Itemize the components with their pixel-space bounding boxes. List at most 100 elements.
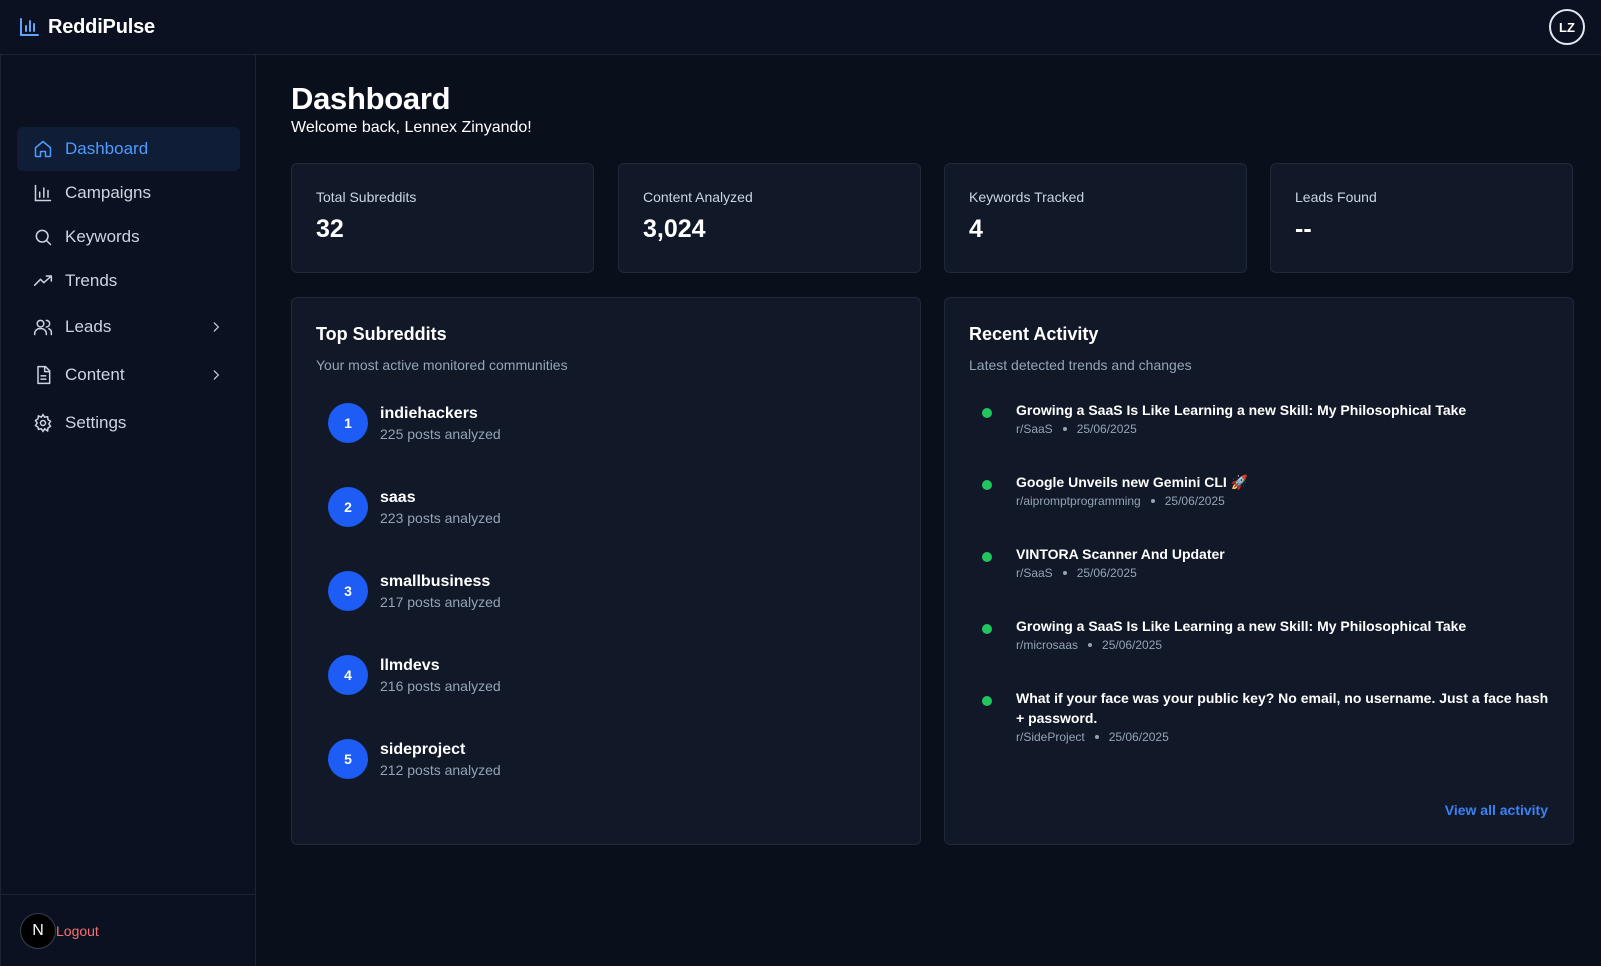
activity-subreddit: r/aipromptprogramming (1016, 494, 1141, 508)
page-title: Dashboard (291, 81, 451, 116)
sidebar-item-label: Trends (65, 271, 118, 290)
logout-button[interactable]: Logout (56, 923, 99, 939)
trending-up-icon (33, 271, 53, 291)
subreddit-item[interactable]: 4 llmdevs 216 posts analyzed (328, 654, 501, 696)
stat-label: Content Analyzed (643, 189, 753, 205)
top-subreddits-panel: Top Subreddits Your most active monitore… (291, 297, 921, 845)
activity-item[interactable]: Growing a SaaS Is Like Learning a new Sk… (982, 616, 1552, 652)
subreddit-item[interactable]: 1 indiehackers 225 posts analyzed (328, 402, 501, 444)
activity-item[interactable]: VINTORA Scanner And Updater r/SaaS 25/06… (982, 544, 1552, 580)
stat-label: Keywords Tracked (969, 189, 1085, 205)
status-dot (982, 624, 992, 634)
activity-subreddit: r/microsaas (1016, 638, 1079, 652)
status-dot (982, 696, 992, 706)
panel-title: Recent Activity (969, 324, 1099, 344)
separator-dot (1062, 571, 1067, 575)
sidebar-item-campaigns[interactable]: Campaigns (17, 171, 240, 215)
activity-date: 25/06/2025 (1164, 494, 1225, 508)
panel-subtitle: Your most active monitored communities (316, 357, 568, 373)
stat-card-total-subreddits: Total Subreddits 32 (291, 163, 594, 273)
subreddit-name: llmdevs (380, 656, 440, 674)
sidebar-item-leads[interactable]: Leads (17, 303, 240, 351)
top-bar: ReddiPulse LZ (0, 0, 1601, 55)
stat-value: -- (1295, 215, 1312, 243)
panel-subtitle: Latest detected trends and changes (969, 357, 1192, 373)
activity-date: 25/06/2025 (1102, 638, 1163, 652)
sidebar-item-label: Dashboard (65, 139, 149, 158)
home-icon (33, 139, 53, 159)
search-icon (33, 227, 53, 247)
subreddit-post-count: 217 posts analyzed (380, 593, 501, 610)
rank-badge: 1 (328, 403, 368, 443)
sidebar-item-content[interactable]: Content (17, 351, 240, 399)
users-icon (33, 317, 53, 337)
sidebar-item-dashboard[interactable]: Dashboard (17, 127, 240, 171)
activity-title: VINTORA Scanner And Updater (1016, 546, 1225, 562)
activity-item[interactable]: What if your face was your public key? N… (982, 688, 1552, 744)
chevron-right-icon[interactable] (208, 367, 224, 383)
separator-dot (1062, 427, 1067, 431)
subreddit-item[interactable]: 5 sideproject 212 posts analyzed (328, 738, 501, 780)
status-dot (982, 552, 992, 562)
main-content: Dashboard Welcome back, Lennex Zinyando!… (257, 55, 1601, 966)
app-name: ReddiPulse (48, 15, 155, 38)
sidebar-item-label: Keywords (65, 227, 140, 246)
activity-title: Growing a SaaS Is Like Learning a new Sk… (1016, 402, 1467, 418)
activity-date: 25/06/2025 (1076, 422, 1137, 436)
welcome-message: Welcome back, Lennex Zinyando! (291, 119, 532, 136)
view-all-activity-link[interactable]: View all activity (1445, 802, 1548, 818)
sidebar-item-label: Content (65, 365, 125, 384)
sidebar: Dashboard Campaigns Keywords Trends Lead… (0, 55, 256, 966)
user-avatar[interactable]: LZ (1549, 9, 1585, 45)
stat-value: 3,024 (643, 215, 706, 243)
sidebar-item-trends[interactable]: Trends (17, 259, 240, 303)
status-dot (982, 408, 992, 418)
stat-card-keywords-tracked: Keywords Tracked 4 (944, 163, 1247, 273)
activity-subreddit: r/SaaS (1016, 422, 1053, 436)
gear-icon (33, 413, 53, 433)
rank-badge: 3 (328, 571, 368, 611)
activity-item[interactable]: Growing a SaaS Is Like Learning a new Sk… (982, 400, 1552, 436)
activity-subreddit: r/SaaS (1016, 566, 1053, 580)
sidebar-item-label: Leads (65, 317, 112, 336)
chevron-right-icon[interactable] (208, 319, 224, 335)
subreddit-post-count: 223 posts analyzed (380, 509, 501, 526)
stat-card-leads-found: Leads Found -- (1270, 163, 1573, 273)
stat-value: 4 (969, 215, 983, 243)
separator-dot (1088, 643, 1093, 647)
subreddit-post-count: 212 posts analyzed (380, 761, 501, 778)
sidebar-footer: N Logout (1, 894, 255, 966)
activity-subreddit: r/SideProject (1016, 730, 1085, 744)
sidebar-nav: Dashboard Campaigns Keywords Trends Lead… (17, 127, 240, 447)
brand[interactable]: ReddiPulse (18, 16, 155, 39)
stat-label: Leads Found (1295, 189, 1377, 205)
activity-title: Growing a SaaS Is Like Learning a new Sk… (1016, 618, 1467, 634)
stat-label: Total Subreddits (316, 189, 417, 205)
recent-activity-panel: Recent Activity Latest detected trends a… (944, 297, 1574, 845)
activity-date: 25/06/2025 (1108, 730, 1169, 744)
bar-chart-logo-icon (18, 16, 40, 38)
stat-card-content-analyzed: Content Analyzed 3,024 (618, 163, 921, 273)
stat-value: 32 (316, 215, 344, 243)
n-logo-badge: N (20, 912, 56, 949)
rank-badge: 5 (328, 739, 368, 779)
document-icon (33, 365, 53, 385)
subreddit-item[interactable]: 3 smallbusiness 217 posts analyzed (328, 570, 501, 612)
sidebar-item-label: Campaigns (65, 183, 151, 202)
subreddit-name: sideproject (380, 740, 466, 758)
sidebar-item-label: Settings (65, 413, 127, 432)
panel-title: Top Subreddits (316, 324, 447, 344)
subreddit-name: smallbusiness (380, 572, 491, 590)
activity-title: Google Unveils new Gemini CLI 🚀 (1016, 474, 1249, 490)
sidebar-item-settings[interactable]: Settings (17, 399, 240, 447)
activity-item[interactable]: Google Unveils new Gemini CLI 🚀 r/aiprom… (982, 472, 1552, 508)
subreddit-item[interactable]: 2 saas 223 posts analyzed (328, 486, 501, 528)
separator-dot (1094, 735, 1099, 739)
status-dot (982, 480, 992, 490)
bar-chart-icon (33, 183, 53, 203)
sidebar-item-keywords[interactable]: Keywords (17, 215, 240, 259)
rank-badge: 2 (328, 487, 368, 527)
subreddit-post-count: 225 posts analyzed (380, 425, 501, 442)
separator-dot (1150, 499, 1155, 503)
subreddit-name: saas (380, 488, 416, 506)
